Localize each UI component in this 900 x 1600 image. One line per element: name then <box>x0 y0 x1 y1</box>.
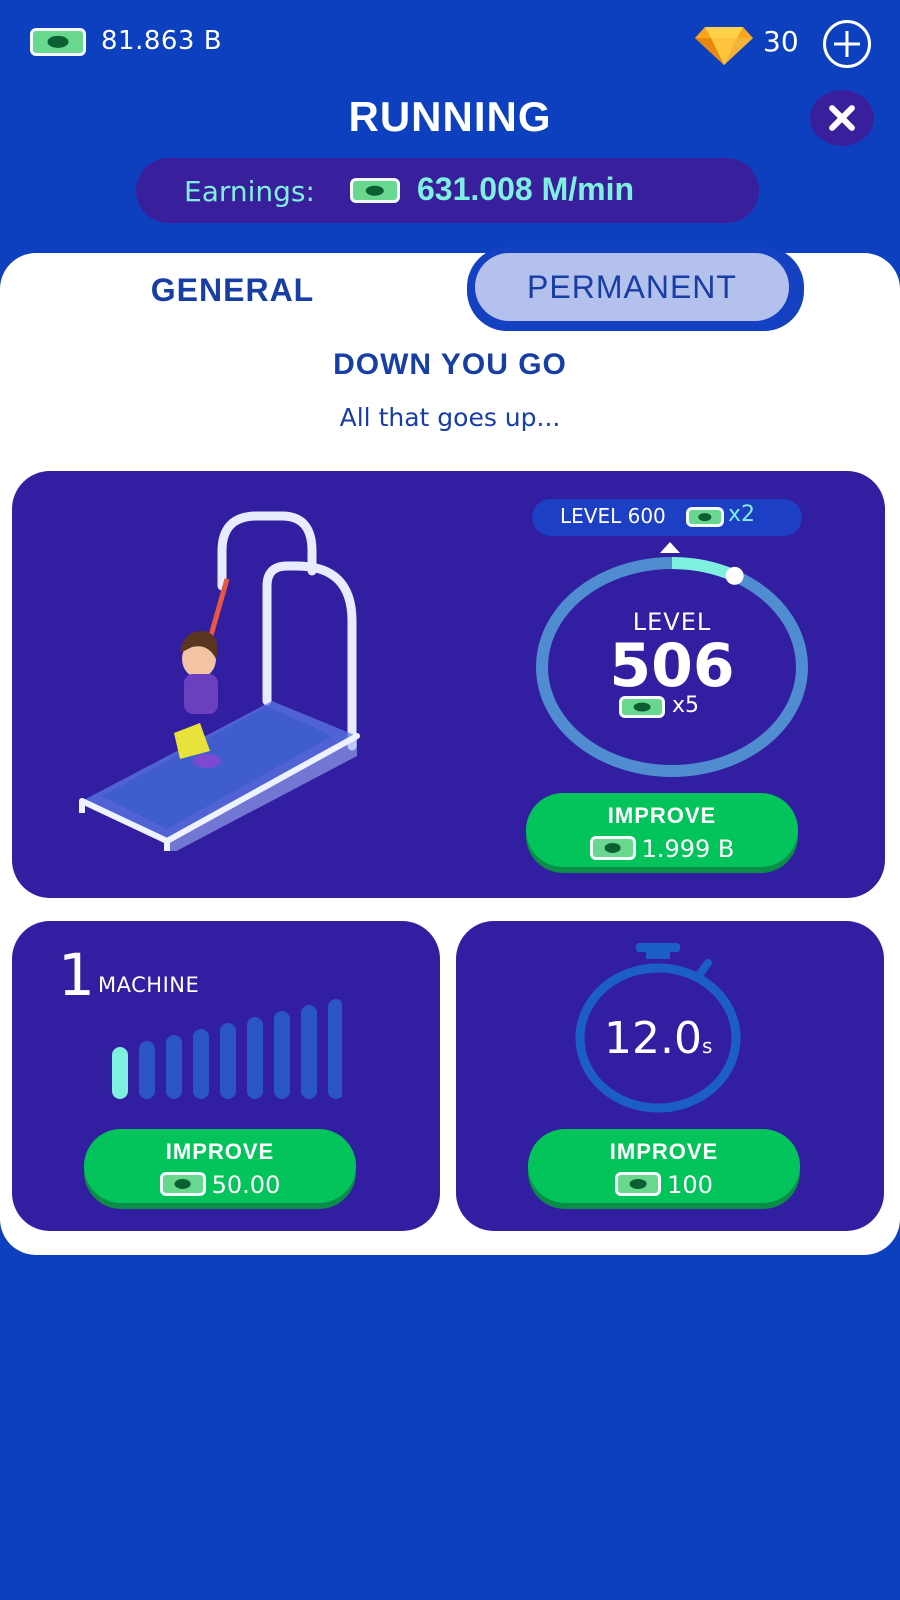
machine-bar <box>220 1023 236 1099</box>
money-balance: 81.863 B <box>101 26 223 56</box>
next-milestone-label: LEVEL 600 <box>560 504 666 528</box>
next-milestone-multiplier: x2 <box>728 502 756 527</box>
level-multiplier: x5 <box>672 693 700 718</box>
plus-icon[interactable] <box>823 20 871 68</box>
improve-cost: 100 <box>528 1171 800 1199</box>
cash-icon <box>686 507 724 527</box>
earnings-pill: Earnings: 631.008 M/min <box>136 158 759 223</box>
upgrade-subtitle: All that goes up... <box>339 403 561 432</box>
machine-bar <box>301 1005 317 1099</box>
machine-count: 1 <box>58 941 95 1009</box>
timer-unit: s <box>701 1034 713 1058</box>
machine-bar <box>247 1017 263 1099</box>
machine-card: 1 MACHINE IMPROVE 50.00 <box>12 921 440 1231</box>
improve-cost-value: 50.00 <box>211 1171 281 1199</box>
level-card: LEVEL 600 x2 LEVEL 506 x5 IMPROVE 1.999 … <box>12 471 885 898</box>
improve-label: IMPROVE <box>609 1139 719 1164</box>
level-value: 506 <box>609 631 735 701</box>
timer-card: 12.0s IMPROVE 100 <box>456 921 884 1231</box>
gem-balance: 30 <box>763 25 799 58</box>
machine-level-bars <box>112 999 342 1099</box>
cash-icon <box>30 28 86 56</box>
tab-permanent-label: PERMANENT <box>475 253 789 321</box>
machine-bar <box>193 1029 209 1099</box>
diamond-icon <box>695 27 753 65</box>
machine-label: MACHINE <box>98 973 200 997</box>
treadmill-illustration <box>79 511 360 851</box>
improve-cost: 1.999 B <box>526 835 798 863</box>
improve-cost-value: 100 <box>667 1171 713 1199</box>
page-title: RUNNING <box>348 93 552 140</box>
cash-icon <box>159 1172 206 1196</box>
close-icon[interactable] <box>810 90 874 146</box>
cash-icon <box>350 178 400 203</box>
machine-bar <box>274 1011 290 1099</box>
machine-bar <box>328 999 342 1099</box>
improve-timer-button[interactable]: IMPROVE 100 <box>528 1129 800 1203</box>
improve-label: IMPROVE <box>607 803 717 828</box>
cash-icon <box>589 836 636 860</box>
cash-icon <box>619 696 665 718</box>
timer-value: 12.0s <box>604 1013 712 1064</box>
earnings-label: Earnings: <box>184 175 315 208</box>
improve-cost: 50.00 <box>84 1171 356 1199</box>
improve-label: IMPROVE <box>165 1139 275 1164</box>
next-milestone-pill: LEVEL 600 x2 <box>532 499 802 536</box>
machine-bar <box>166 1035 182 1099</box>
tab-permanent[interactable]: PERMANENT <box>467 247 804 331</box>
top-bar: 81.863 B 30 <box>0 0 900 90</box>
improve-machine-button[interactable]: IMPROVE 50.00 <box>84 1129 356 1203</box>
upgrade-title: DOWN YOU GO <box>333 348 567 381</box>
improve-level-button[interactable]: IMPROVE 1.999 B <box>526 793 798 867</box>
upgrade-panel: GENERAL PERMANENT DOWN YOU GO All that g… <box>0 247 900 1255</box>
machine-bar <box>139 1041 155 1099</box>
earnings-value: 631.008 M/min <box>417 171 634 207</box>
cash-icon <box>615 1172 662 1196</box>
tab-general[interactable]: GENERAL <box>0 253 465 333</box>
improve-cost-value: 1.999 B <box>641 835 735 863</box>
machine-bar <box>112 1047 128 1099</box>
timer-number: 12.0 <box>604 1013 702 1064</box>
